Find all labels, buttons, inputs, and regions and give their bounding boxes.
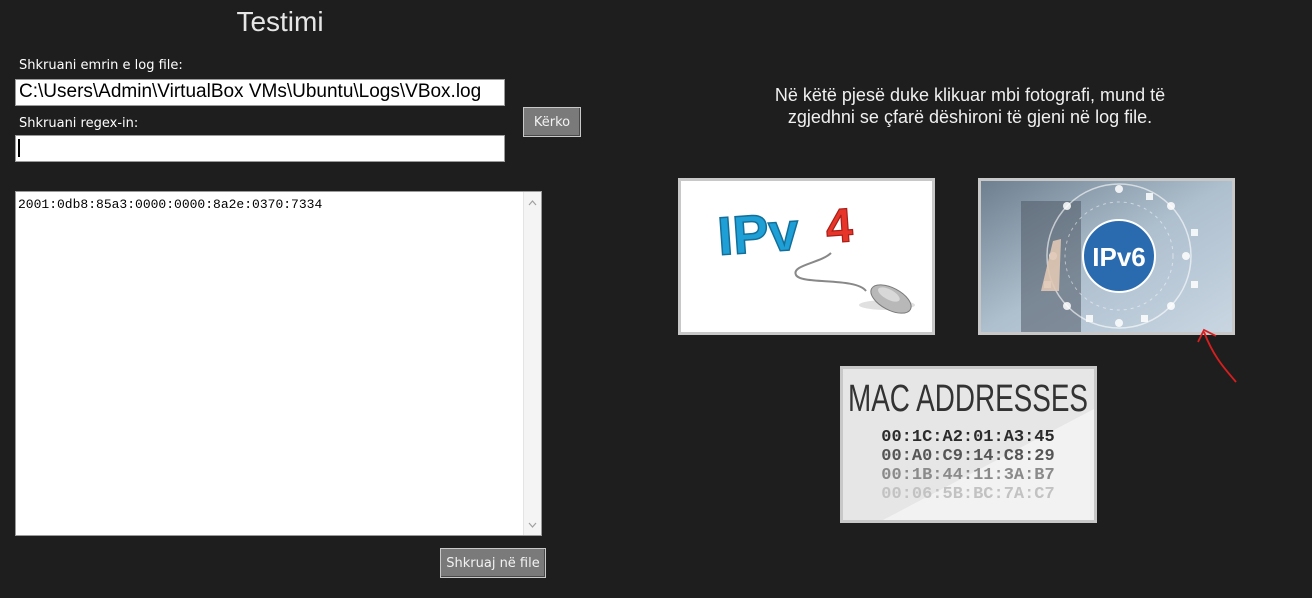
info-text: Në këtë pjesë duke klikuar mbi fotografi… bbox=[740, 84, 1200, 128]
mac-address-1: 00:1C:A2:01:A3:45 bbox=[881, 428, 1054, 447]
search-button[interactable]: Kërko bbox=[523, 107, 581, 137]
ipv6-tile[interactable]: IPv6 bbox=[978, 178, 1235, 335]
mouse-icon bbox=[870, 284, 912, 314]
page-title: Testimi bbox=[236, 6, 324, 37]
info-text-line1: Në këtë pjesë duke klikuar mbi fotografi… bbox=[774, 85, 1166, 105]
text-caret bbox=[18, 139, 20, 157]
ipv6-text: IPv6 bbox=[1092, 242, 1146, 272]
mac-address-3: 00:1B:44:11:3A:B7 bbox=[881, 466, 1054, 485]
mac-title: MAC ADDRESSES bbox=[848, 378, 1088, 420]
ipv4-image: IPv 4 bbox=[715, 199, 915, 314]
results-text: 2001:0db8:85a3:0000:0000:8a2e:0370:7334 bbox=[18, 197, 323, 212]
mac-address-2: 00:A0:C9:14:C8:29 bbox=[881, 447, 1054, 466]
logfile-label: Shkruani emrin e log file: bbox=[19, 58, 183, 73]
mac-tile[interactable]: MAC ADDRESSES 00:1C:A2:01:A3:45 00:A0:C9… bbox=[840, 366, 1097, 523]
logfile-input[interactable]: C:\Users\Admin\VirtualBox VMs\Ubuntu\Log… bbox=[15, 79, 505, 106]
annotation-arrow-icon bbox=[1197, 328, 1237, 383]
ipv4-four-text: 4 bbox=[824, 199, 855, 254]
write-to-file-button[interactable]: Shkruaj në file bbox=[440, 548, 546, 578]
mac-image: MAC ADDRESSES 00:1C:A2:01:A3:45 00:A0:C9… bbox=[843, 369, 1094, 520]
info-text-line2: zgjedhni se çfarë dëshironi të gjeni në … bbox=[787, 107, 1153, 127]
regex-input[interactable] bbox=[15, 135, 505, 162]
regex-label: Shkruani regex-in: bbox=[19, 116, 139, 131]
results-textarea[interactable]: 2001:0db8:85a3:0000:0000:8a2e:0370:7334 bbox=[15, 191, 542, 536]
ipv6-image: IPv6 bbox=[981, 181, 1232, 332]
scroll-down-icon[interactable] bbox=[524, 516, 541, 533]
ipv4-ip-text: IPv bbox=[716, 201, 801, 267]
ipv4-tile[interactable]: IPv 4 bbox=[678, 178, 935, 335]
scroll-up-icon[interactable] bbox=[524, 194, 541, 211]
mac-address-4: 00:06:5B:BC:7A:C7 bbox=[881, 485, 1054, 504]
results-scrollbar[interactable] bbox=[523, 192, 541, 535]
